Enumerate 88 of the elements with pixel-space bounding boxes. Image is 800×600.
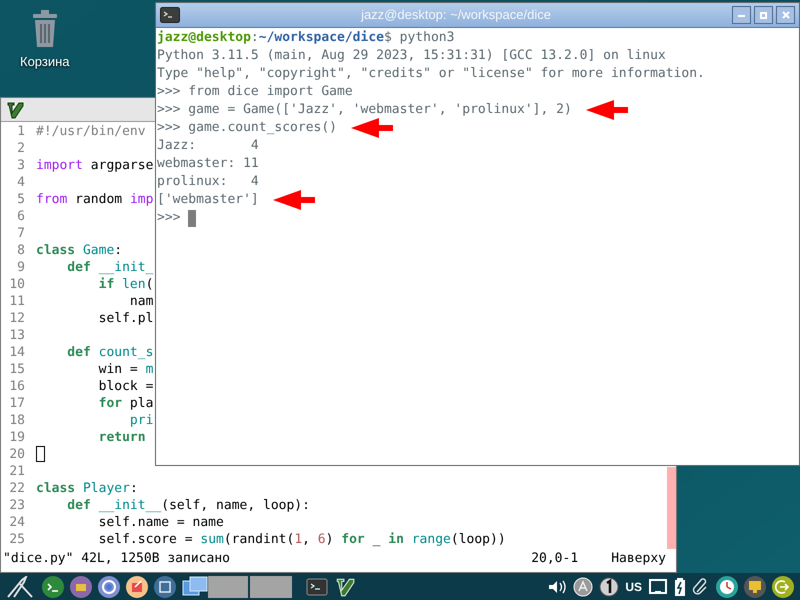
code-line: #!/usr/bin/env: [36, 123, 146, 140]
line-number: 2: [16, 140, 26, 157]
line-number: 17: [8, 395, 26, 412]
browser-launcher-icon[interactable]: [98, 576, 120, 598]
vim-logo-icon: [5, 100, 25, 120]
line-number: 24: [8, 514, 26, 531]
line-number: 22: [8, 480, 26, 497]
window-launcher-icon[interactable]: [154, 576, 176, 598]
desktop-switcher-icon[interactable]: [182, 576, 208, 598]
line-number: 5: [16, 191, 26, 208]
line-number: 4: [16, 174, 26, 191]
code-line: self.score = sum(randint(1, 6) for _ in range(loop)): [98, 531, 506, 548]
code-line: self.pl: [98, 310, 154, 327]
code-line: def count_s: [66, 344, 154, 361]
window-title: jazz@desktop: ~/workspace/dice: [361, 6, 551, 24]
code-line: class Game:: [36, 242, 122, 259]
terminal-line: Python 3.11.5 (main, Aug 29 2023, 15:31:31) [GCC 13.2.0] on linux: [157, 47, 666, 65]
terminal-line: Jazz: 4: [157, 137, 259, 155]
line-number: 19: [8, 429, 26, 446]
terminal-task-icon[interactable]: [306, 576, 328, 596]
code-line: if len(: [98, 276, 154, 293]
terminal-line: ['webmaster']: [157, 191, 259, 209]
close-icon: [782, 11, 790, 19]
line-number: 18: [8, 412, 26, 429]
terminal-line: >>> game.count_scores(): [157, 119, 338, 137]
code-line: self.name = name: [98, 514, 224, 531]
terminal-line: >>> game = Game(['Jazz', 'webmaster', 'prolinux'], 2): [157, 101, 572, 119]
code-line: pri: [128, 412, 154, 429]
maximize-icon: [760, 12, 767, 18]
line-number: 21: [8, 463, 26, 480]
logout-icon[interactable]: [772, 576, 794, 598]
network-icon[interactable]: [648, 578, 668, 596]
line-number: 14: [8, 344, 26, 361]
line-number: 20: [8, 446, 26, 463]
workspace-number-icon[interactable]: [599, 576, 620, 596]
line-number: 16: [8, 378, 26, 395]
code-line: def __init__(self, name, loop):: [66, 497, 310, 514]
minimize-icon: [738, 14, 745, 16]
monitor-icon[interactable]: [744, 576, 766, 598]
terminal-line: >>>: [157, 209, 180, 227]
terminal-line: prolinux: 4: [157, 173, 259, 191]
typed-command: $ python3: [384, 29, 454, 47]
battery-icon[interactable]: [674, 576, 686, 596]
prompt-separator: :: [250, 29, 259, 47]
line-number: 6: [16, 208, 26, 225]
status-message: "dice.py" 42L, 1250B записано: [3, 550, 230, 566]
terminal-line: webmaster: 11: [157, 155, 259, 173]
line-number: 1: [16, 123, 26, 140]
terminal-line: Type "help", "copyright", "credits" or "license" for more information.: [157, 65, 705, 83]
code-line: from random imp: [36, 191, 154, 208]
terminal-launcher-icon[interactable]: [42, 576, 64, 598]
keyboard-layout[interactable]: US: [625, 578, 642, 596]
folder-launcher-icon[interactable]: [70, 576, 92, 598]
maximize-button[interactable]: [754, 6, 773, 24]
line-number: 12: [8, 310, 26, 327]
clock-icon[interactable]: [716, 576, 738, 598]
trash-icon[interactable]: [30, 10, 59, 48]
code-line: block =: [98, 378, 154, 395]
line-number: 13: [8, 327, 26, 344]
cursor-position: 20,0-1: [531, 550, 580, 566]
taskbar-window-button[interactable]: [208, 576, 248, 598]
line-number: 11: [8, 293, 26, 310]
scroll-position: Наверху: [611, 550, 666, 566]
code-line: for pla: [98, 395, 154, 412]
app-launcher-icon[interactable]: [126, 576, 148, 598]
line-number: 3: [16, 157, 26, 174]
line-number: 7: [16, 225, 26, 242]
code-line: def __init_: [66, 259, 154, 276]
prompt-user: jazz@desktop: [157, 29, 251, 47]
code-line: import argparse: [36, 157, 154, 174]
terminal-line: >>> from dice import Game: [157, 83, 353, 101]
minimize-button[interactable]: [732, 6, 751, 24]
line-number: 10: [8, 276, 26, 293]
line-number: 23: [8, 497, 26, 514]
line-number: 9: [16, 259, 26, 276]
close-button[interactable]: [776, 6, 795, 24]
code-line: class Player:: [36, 480, 138, 497]
code-line: win = m: [98, 361, 154, 378]
terminal-icon: [160, 7, 180, 23]
line-number: 8: [16, 242, 26, 259]
taskbar-window-button[interactable]: [250, 576, 292, 598]
input-method-icon[interactable]: [573, 576, 594, 596]
line-number: 25: [8, 531, 26, 548]
code-line: nam: [128, 293, 154, 310]
code-line: return: [98, 429, 146, 446]
prompt-path: ~/workspace/dice: [258, 29, 384, 47]
line-number: 15: [8, 361, 26, 378]
desktop-icon-label[interactable]: Корзина: [20, 52, 70, 72]
